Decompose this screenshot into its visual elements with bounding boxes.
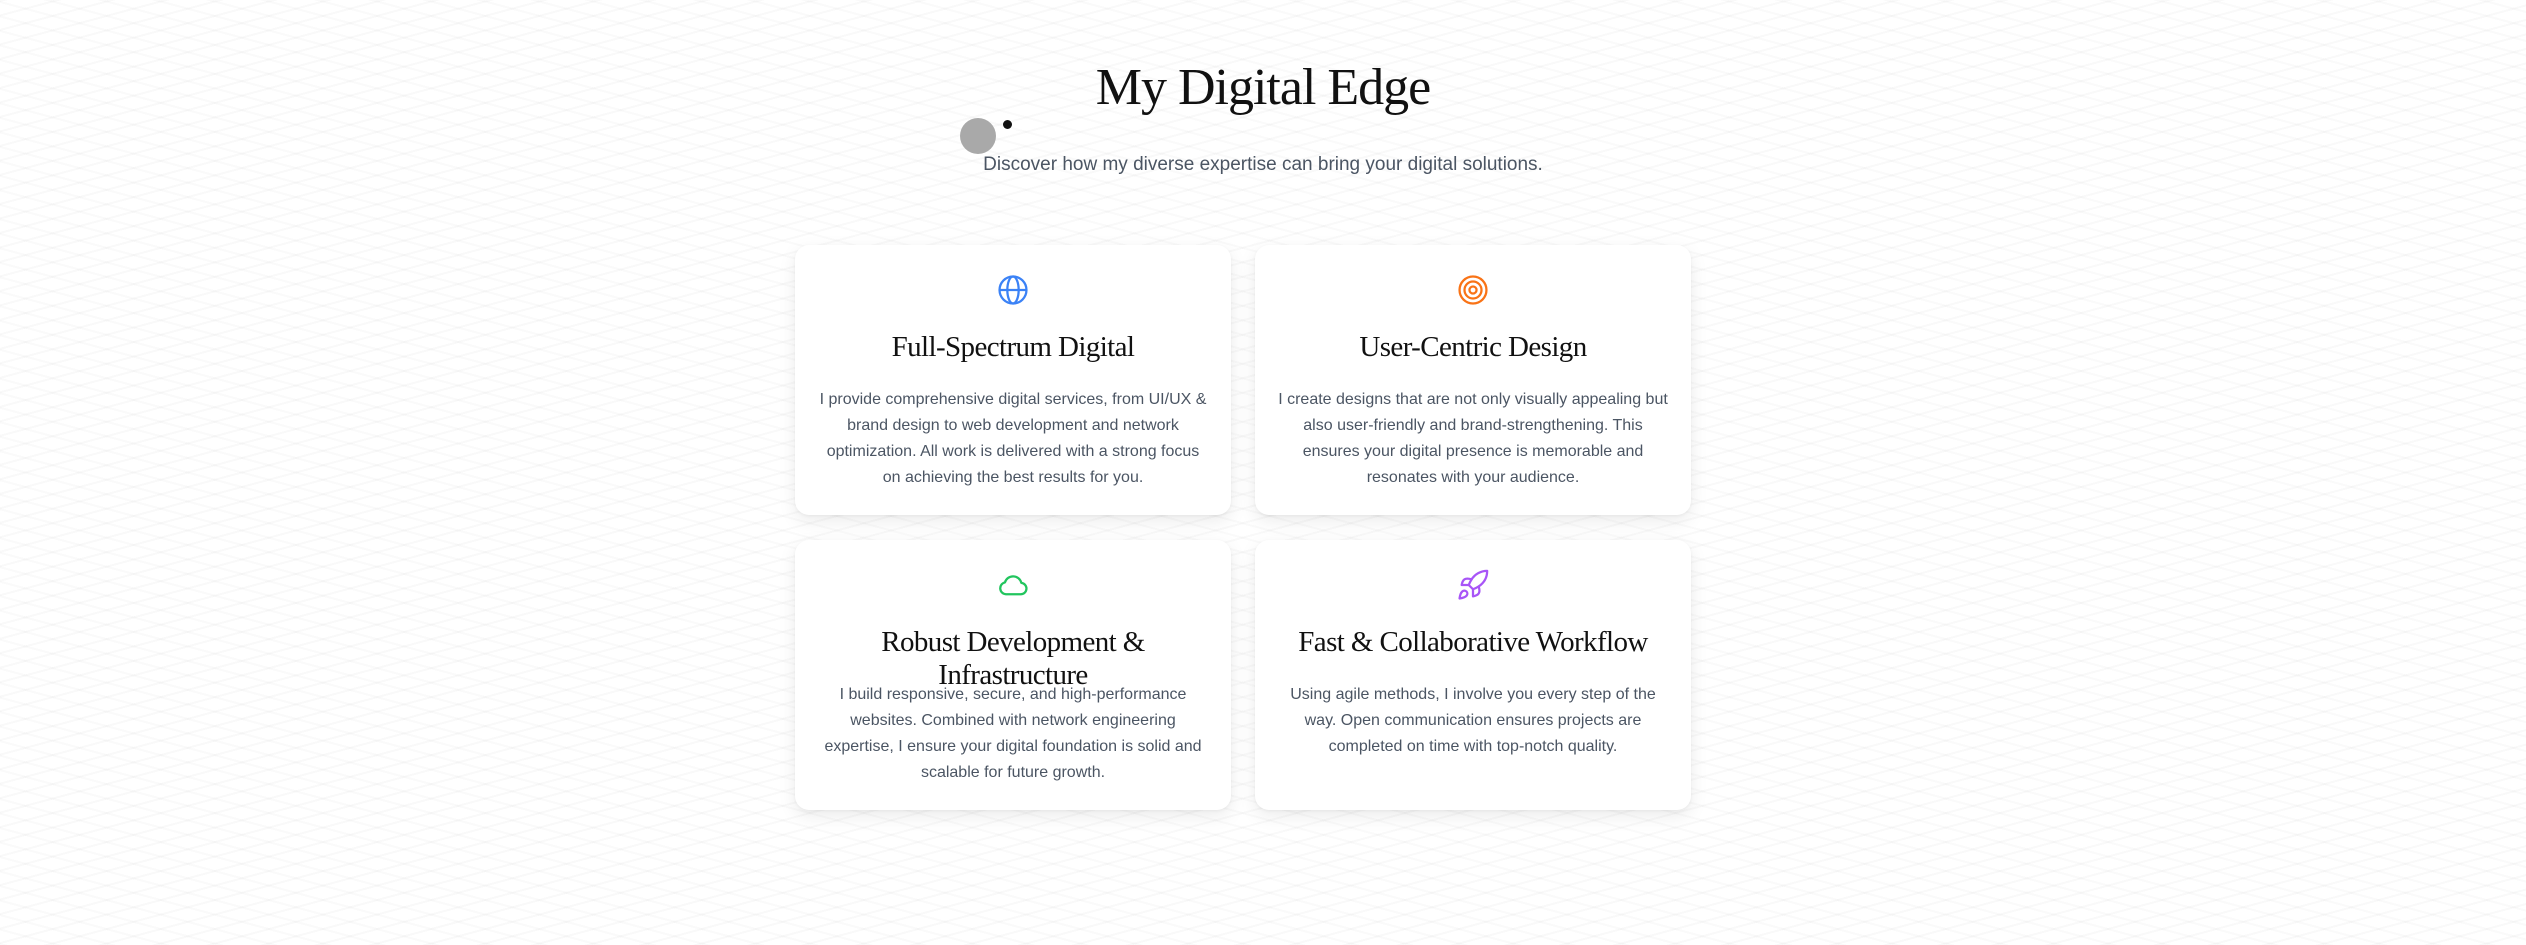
- cloud-icon: [996, 568, 1030, 602]
- custom-cursor-ring: [960, 118, 996, 154]
- feature-card-full-spectrum: Full-Spectrum Digital I provide comprehe…: [795, 245, 1231, 515]
- custom-cursor-dot: [1003, 120, 1012, 129]
- feature-card-robust-development: Robust Development & Infrastructure I bu…: [795, 540, 1231, 810]
- card-description: Using agile methods, I involve you every…: [1290, 686, 1656, 755]
- card-title: Full-Spectrum Digital: [891, 331, 1135, 363]
- card-title: Fast & Collaborative Workflow: [1298, 626, 1648, 658]
- card-description: I provide comprehensive digital services…: [819, 391, 1207, 486]
- card-description: I create designs that are not only visua…: [1278, 391, 1668, 486]
- globe-icon: [996, 273, 1030, 307]
- section-subtitle: Discover how my diverse expertise can br…: [983, 154, 1543, 175]
- section-title: My Digital Edge: [1095, 59, 1432, 116]
- page: My Digital Edge Discover how my diverse …: [0, 0, 2526, 945]
- feature-card-fast-workflow: Fast & Collaborative Workflow Using agil…: [1255, 540, 1691, 810]
- rocket-icon: [1456, 568, 1490, 602]
- card-title: User-Centric Design: [1359, 331, 1587, 363]
- card-description: I build responsive, secure, and high-per…: [824, 686, 1202, 781]
- feature-card-user-centric: User-Centric Design I create designs tha…: [1255, 245, 1691, 515]
- target-icon: [1456, 273, 1490, 307]
